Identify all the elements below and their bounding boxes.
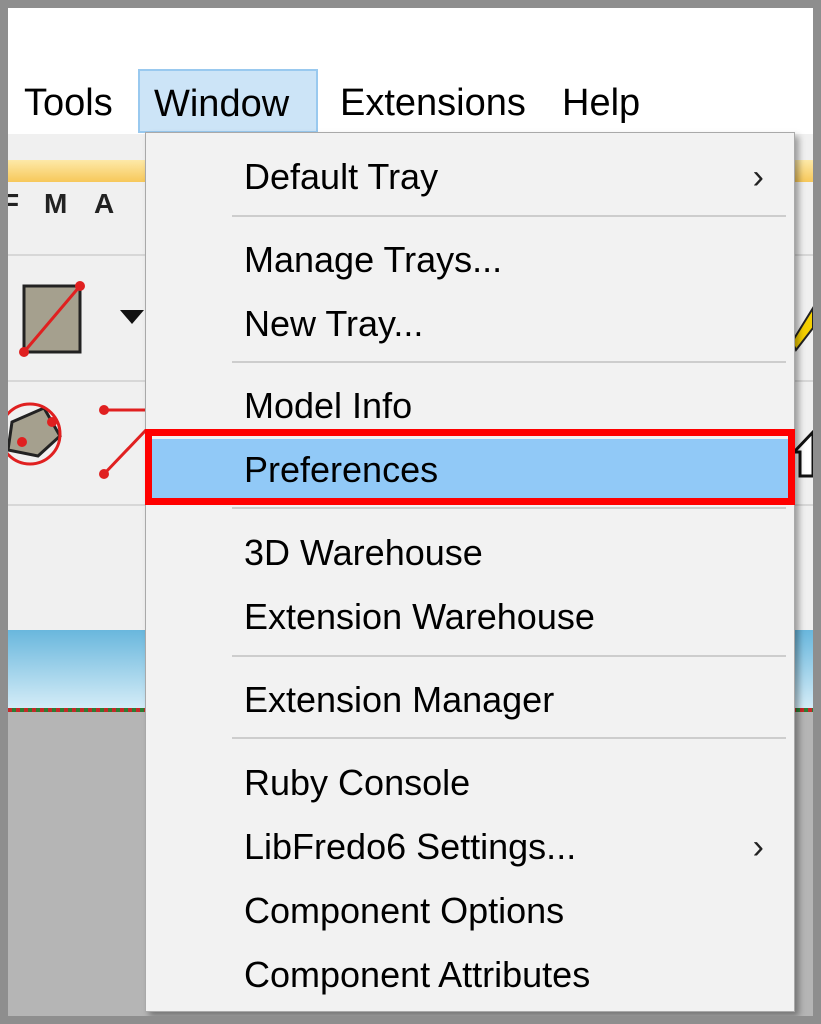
menu-item-extension-manager[interactable]: Extension Manager [146,669,794,731]
window-dropdown-menu: Default Tray › Manage Trays... New Tray.… [145,132,795,1012]
menu-separator [232,215,786,217]
toolbar-letter[interactable]: F [8,188,19,220]
menu-item-3d-warehouse[interactable]: 3D Warehouse [146,522,794,584]
menu-item-label: Component Options [244,890,565,931]
menu-item-label: Model Info [244,385,413,426]
menu-item-label: Extension Warehouse [244,596,595,637]
menu-item-manage-trays[interactable]: Manage Trays... [146,229,794,291]
menu-item-default-tray[interactable]: Default Tray › [146,146,794,208]
menu-help[interactable]: Help [562,68,640,134]
menu-separator [232,655,786,657]
menu-item-component-attributes[interactable]: Component Attributes [146,944,794,1006]
menu-item-libfredo6-settings[interactable]: LibFredo6 Settings... › [146,816,794,878]
menu-item-model-info[interactable]: Model Info [146,375,794,437]
menu-tools[interactable]: Tools [24,68,113,134]
polygon-tool-icon[interactable] [8,394,148,494]
menu-separator [232,737,786,739]
menu-bar: Tools Window Extensions Help [8,68,813,134]
menu-item-label: New Tray... [244,303,424,344]
menu-item-label: Component Attributes [244,954,591,995]
menu-item-label: 3D Warehouse [244,532,483,573]
toolbar-letter[interactable]: A [94,188,114,220]
menu-item-label: Default Tray [244,156,439,197]
menu-item-ruby-console[interactable]: Ruby Console [146,752,794,814]
menu-item-label: Extension Manager [244,679,555,720]
rectangle-tool-icon[interactable] [8,268,148,368]
toolbar-letter[interactable]: M [44,188,67,220]
menu-item-extension-warehouse[interactable]: Extension Warehouse [146,586,794,648]
app-window: Tools Window Extensions Help F M A Defau… [8,8,813,1016]
menu-item-label: Ruby Console [244,762,471,803]
warehouse-icon[interactable] [792,418,813,478]
paint-tool-icon[interactable] [792,298,813,368]
menu-separator [232,361,786,363]
menu-item-label: LibFredo6 Settings... [244,826,577,867]
menu-window[interactable]: Window [138,69,318,133]
menu-extensions[interactable]: Extensions [340,68,526,134]
screenshot-frame: Tools Window Extensions Help F M A Defau… [0,0,821,1024]
menu-item-label: Manage Trays... [244,239,503,280]
menu-item-component-options[interactable]: Component Options [146,880,794,942]
menu-item-new-tray[interactable]: New Tray... [146,293,794,355]
chevron-right-icon: › [752,158,764,196]
chevron-right-icon: › [752,828,764,866]
menu-separator [232,507,786,509]
callout-highlight-box [145,429,795,505]
